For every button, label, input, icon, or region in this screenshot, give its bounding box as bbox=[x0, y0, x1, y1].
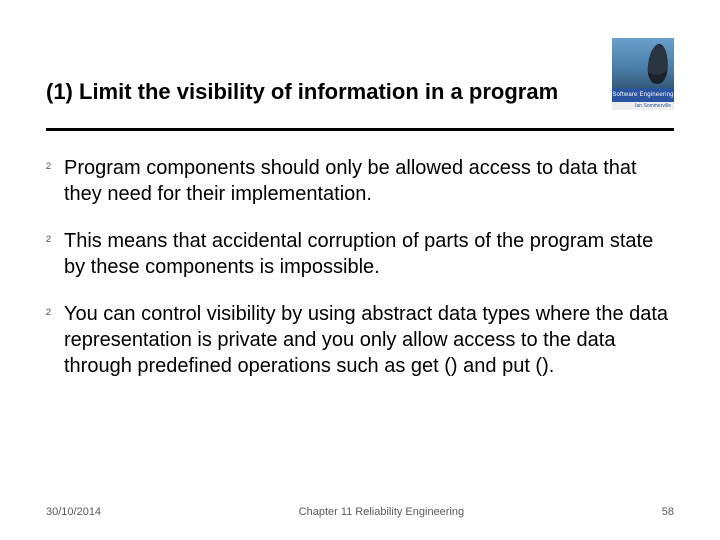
footer-page: 58 bbox=[662, 506, 674, 518]
slide-title: (1) Limit the visibility of information … bbox=[46, 78, 558, 106]
title-row: (1) Limit the visibility of information … bbox=[46, 78, 674, 110]
bullet-text: Program components should only be allowe… bbox=[64, 156, 674, 207]
bullet-item: ² Program components should only be allo… bbox=[46, 156, 674, 207]
footer-chapter: Chapter 11 Reliability Engineering bbox=[101, 506, 662, 518]
bullet-text: You can control visibility by using abst… bbox=[64, 302, 674, 379]
bullet-mark-icon: ² bbox=[46, 232, 64, 251]
content: ² Program components should only be allo… bbox=[46, 156, 674, 401]
logo-sub: Ian Sommerville bbox=[612, 102, 674, 110]
footer: 30/10/2014 Chapter 11 Reliability Engine… bbox=[46, 506, 674, 518]
book-logo: Software Engineering Ian Sommerville bbox=[612, 38, 674, 110]
bullet-item: ² You can control visibility by using ab… bbox=[46, 302, 674, 379]
bullet-mark-icon: ² bbox=[46, 159, 64, 178]
logo-band: Software Engineering bbox=[612, 88, 674, 102]
bullet-mark-icon: ² bbox=[46, 305, 64, 324]
gherkin-icon bbox=[647, 43, 670, 84]
bullet-text: This means that accidental corruption of… bbox=[64, 229, 674, 280]
bullet-item: ² This means that accidental corruption … bbox=[46, 229, 674, 280]
footer-date: 30/10/2014 bbox=[46, 506, 101, 518]
slide: (1) Limit the visibility of information … bbox=[0, 0, 720, 540]
title-divider bbox=[46, 128, 674, 131]
logo-photo bbox=[612, 38, 674, 88]
